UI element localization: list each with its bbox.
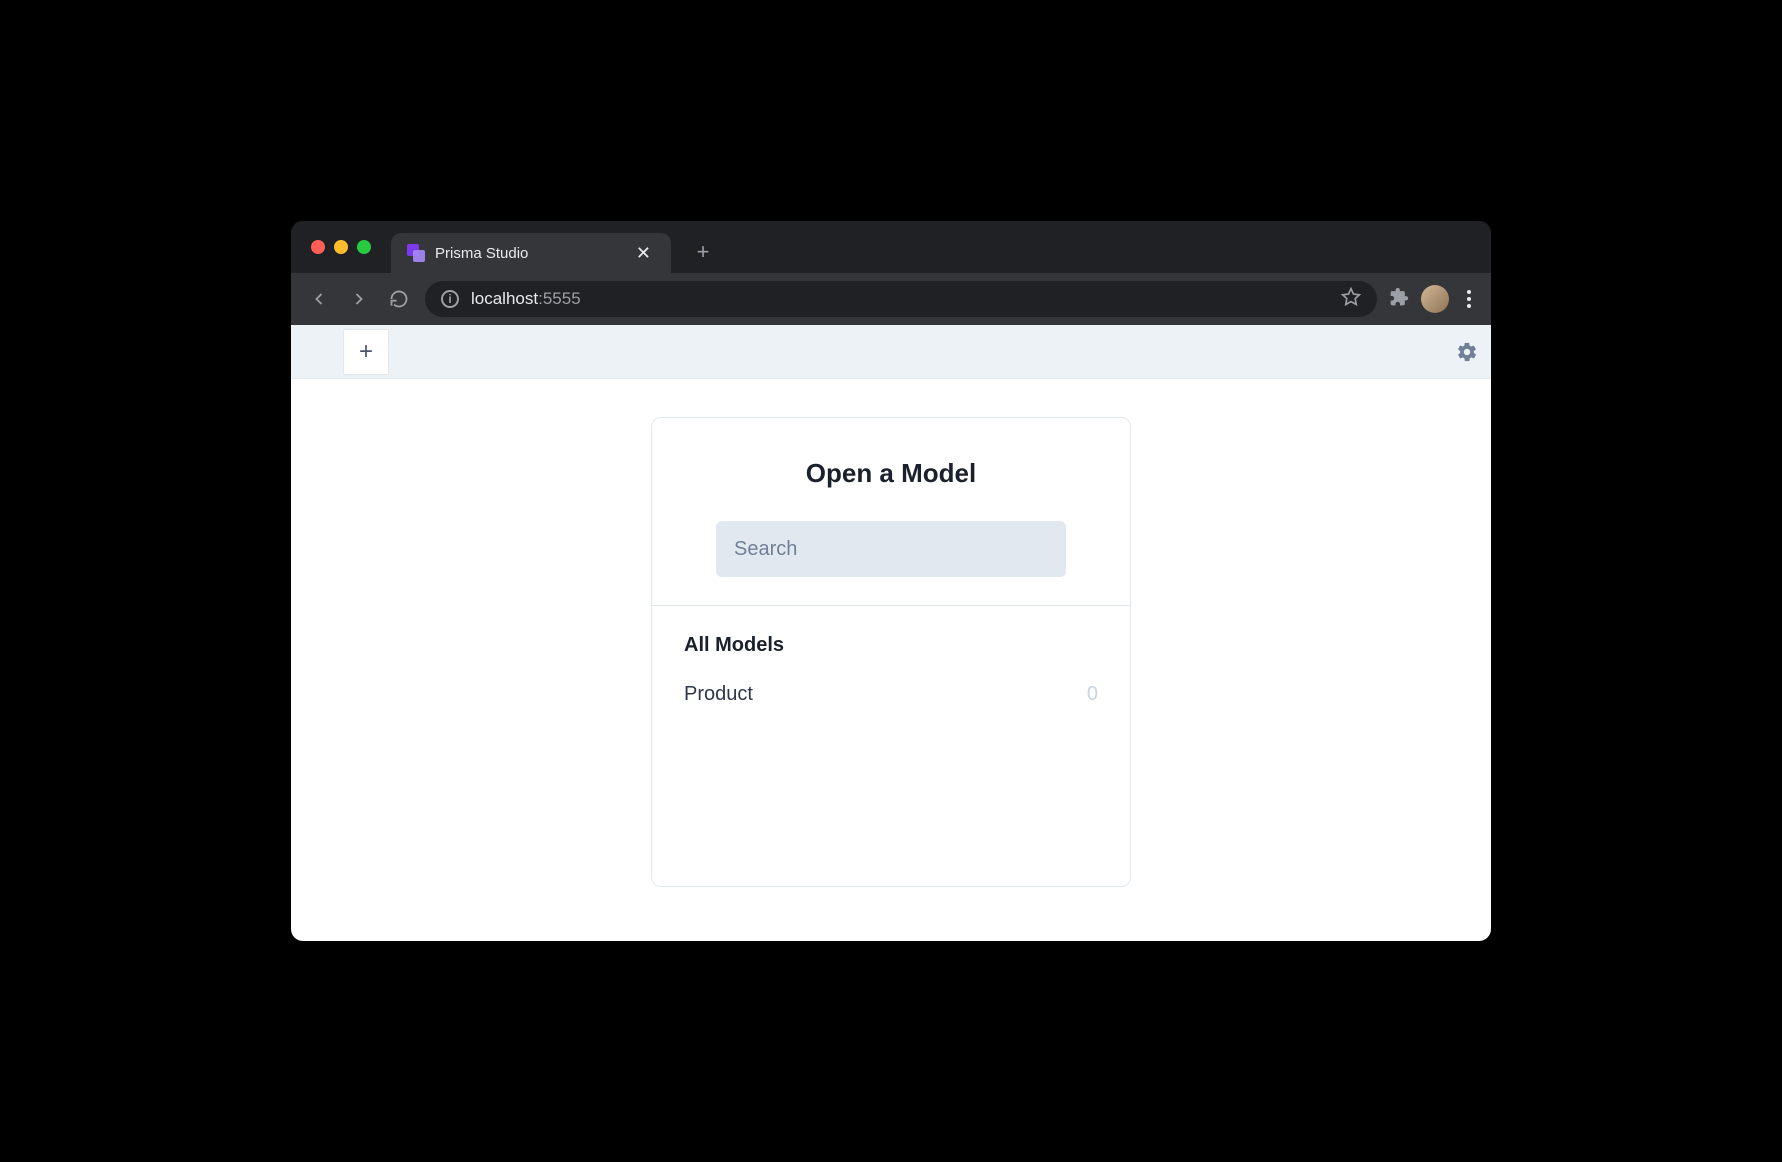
site-info-icon[interactable]: i	[441, 290, 459, 308]
window-maximize-button[interactable]	[357, 240, 371, 254]
all-models-heading: All Models	[684, 634, 1098, 657]
panel-title: Open a Model	[684, 458, 1098, 489]
browser-menu-icon[interactable]	[1461, 290, 1477, 308]
url-host: localhost	[471, 289, 538, 308]
tab-title: Prisma Studio	[435, 245, 622, 262]
model-list-item[interactable]: Product 0	[684, 679, 1098, 710]
close-tab-icon[interactable]: ✕	[632, 243, 655, 264]
forward-button[interactable]	[345, 285, 373, 313]
extensions-icon[interactable]	[1389, 287, 1409, 312]
address-bar[interactable]: i localhost:5555	[425, 281, 1377, 317]
window-controls	[311, 240, 371, 254]
window-minimize-button[interactable]	[334, 240, 348, 254]
back-button[interactable]	[305, 285, 333, 313]
app-tab-bar: +	[291, 325, 1491, 379]
window-close-button[interactable]	[311, 240, 325, 254]
browser-tab-bar: Prisma Studio ✕ +	[291, 221, 1491, 273]
url-text: localhost:5555	[471, 289, 581, 309]
url-port: :5555	[538, 289, 581, 308]
browser-toolbar: i localhost:5555	[291, 273, 1491, 325]
profile-avatar[interactable]	[1421, 285, 1449, 313]
model-search-input[interactable]	[716, 521, 1066, 577]
settings-gear-icon[interactable]	[1455, 340, 1479, 364]
new-tab-button[interactable]: +	[689, 238, 717, 266]
model-count: 0	[1087, 683, 1098, 706]
page-viewport: + Open a Model All Models Product 0	[291, 325, 1491, 941]
prisma-favicon	[407, 244, 425, 262]
reload-button[interactable]	[385, 285, 413, 313]
bookmark-star-icon[interactable]	[1341, 287, 1361, 312]
model-name: Product	[684, 683, 753, 706]
open-model-panel: Open a Model All Models Product 0	[651, 417, 1131, 887]
add-model-tab-button[interactable]: +	[343, 329, 389, 375]
browser-tab[interactable]: Prisma Studio ✕	[391, 233, 671, 273]
main-canvas: Open a Model All Models Product 0	[291, 379, 1491, 941]
browser-window: Prisma Studio ✕ + i localhost:5555	[291, 221, 1491, 941]
